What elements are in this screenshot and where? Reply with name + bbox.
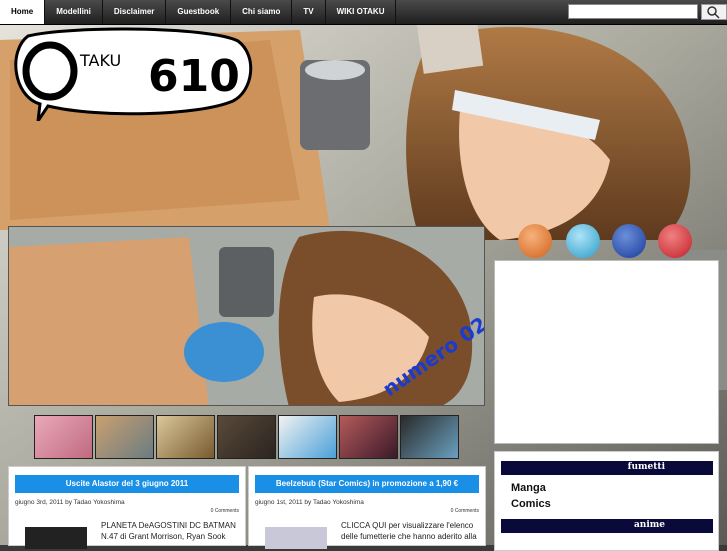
twitter-icon[interactable]: [566, 224, 600, 258]
post-meta: giugno 3rd, 2011 by Tadao Yokoshima: [15, 499, 125, 506]
thumbnail-5[interactable]: [278, 415, 337, 459]
fumetti-header: fumetti: [501, 461, 713, 475]
thumbnail-6[interactable]: [339, 415, 398, 459]
nav-item-wiki-otaku[interactable]: WIKI OTAKU: [326, 0, 397, 24]
youtube-icon[interactable]: [658, 224, 692, 258]
thumbnail-2[interactable]: [95, 415, 154, 459]
anime-header: anime: [501, 519, 713, 533]
thumbnail-4[interactable]: [217, 415, 276, 459]
slider-image: numero 02: [9, 227, 484, 405]
thumbnail-7[interactable]: [400, 415, 459, 459]
nav-item-tv[interactable]: TV: [292, 0, 326, 24]
category-link[interactable]: Manga: [511, 482, 546, 494]
svg-text:TAKU: TAKU: [79, 51, 121, 70]
post-excerpt: CLICCA QUI per visualizzare l'elenco del…: [341, 521, 477, 541]
category-link[interactable]: Comics: [511, 498, 551, 510]
search-button[interactable]: [701, 4, 727, 20]
post-comments-link[interactable]: 0 Comments: [9, 508, 239, 514]
svg-text:610: 610: [148, 51, 240, 102]
site-logo[interactable]: TAKU 610: [8, 26, 253, 121]
post-thumbnail[interactable]: [25, 527, 87, 549]
nav-item-home[interactable]: Home: [0, 0, 46, 24]
post-card: Beelzebub (Star Comics) in promozione a …: [248, 466, 486, 549]
post-meta: giugno 1st, 2011 by Tadao Yokoshima: [255, 499, 364, 506]
slider-thumbnails: [34, 415, 459, 459]
post-excerpt: PLANETA DeAGOSTINI DC BATMAN N.47 di Gra…: [101, 521, 236, 541]
post-title[interactable]: Beelzebub (Star Comics) in promozione a …: [255, 475, 479, 493]
search-input[interactable]: [568, 4, 698, 19]
nav-item-chi-siamo[interactable]: Chi siamo: [231, 0, 293, 24]
thumbnail-1[interactable]: [34, 415, 93, 459]
nav-item-disclaimer[interactable]: Disclaimer: [103, 0, 167, 24]
search-icon: [707, 6, 720, 19]
advertisement-box: [494, 260, 719, 444]
rss-icon[interactable]: [518, 224, 552, 258]
thumbnail-3[interactable]: [156, 415, 215, 459]
nav-item-modellini[interactable]: Modellini: [45, 0, 103, 24]
facebook-icon[interactable]: [612, 224, 646, 258]
sidebar-categories: fumetti Manga Comics anime: [494, 451, 719, 551]
post-comments-link[interactable]: 0 Comments: [249, 508, 479, 514]
nav-item-guestbook[interactable]: Guestbook: [166, 0, 232, 24]
post-thumbnail[interactable]: [265, 527, 327, 549]
featured-slider[interactable]: numero 02: [8, 226, 485, 406]
post-title[interactable]: Uscite Alastor del 3 giugno 2011: [15, 475, 239, 493]
post-card: Uscite Alastor del 3 giugno 2011 giugno …: [8, 466, 246, 549]
